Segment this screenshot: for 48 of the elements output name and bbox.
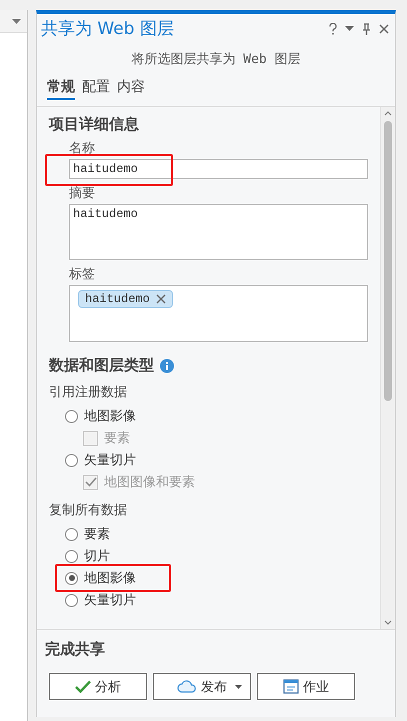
section-heading: 完成共享 [45, 640, 106, 659]
caret-icon[interactable] [12, 18, 21, 24]
action-button[interactable]: 发布 [153, 673, 251, 700]
dropdown-icon[interactable] [345, 26, 354, 31]
radio-button[interactable] [65, 410, 78, 422]
radio-button[interactable] [65, 454, 78, 466]
group-label: 引用注册数据 [49, 384, 128, 401]
group-label: 复制所有数据 [49, 502, 128, 519]
caret-icon[interactable] [235, 685, 242, 689]
section-heading: 项目详细信息 [49, 115, 140, 134]
option-label: 地图图像和要素 [104, 474, 195, 491]
radio-button[interactable] [65, 528, 78, 540]
radio-button[interactable] [65, 594, 78, 606]
option-label: 要素 [104, 430, 130, 447]
radio-button[interactable] [65, 572, 78, 584]
name-field[interactable]: haitudemo [69, 159, 368, 179]
close-icon[interactable] [379, 24, 389, 34]
tab[interactable]: 配置 [82, 78, 110, 100]
window-icon [283, 679, 299, 694]
tag-label: haitudemo [85, 292, 150, 306]
option-label: 要素 [84, 526, 110, 543]
pin-icon[interactable] [362, 22, 371, 34]
help-icon[interactable] [329, 22, 337, 34]
cloud-icon [177, 680, 197, 693]
check-icon [75, 680, 91, 693]
field-label: 标签 [69, 266, 96, 283]
option-label: 矢量切片 [84, 452, 136, 469]
option-label: 地图影像 [84, 408, 136, 425]
scroll-up-icon[interactable] [384, 111, 392, 116]
subtitle: 将所选图层共享为 Web 图层 [130, 51, 302, 68]
action-button[interactable]: 作业 [257, 673, 355, 700]
tab[interactable]: 内容 [117, 78, 145, 100]
remove-icon[interactable] [156, 294, 166, 304]
section-heading: 数据和图层类型 [49, 356, 154, 375]
scroll-down-icon[interactable] [384, 620, 392, 625]
tags-field[interactable]: haitudemo [69, 285, 368, 342]
info-icon[interactable] [160, 358, 174, 372]
window-title: 共享为 Web 图层 [41, 18, 174, 40]
option-label: 地图影像 [84, 570, 136, 587]
radio-button[interactable] [65, 550, 78, 562]
field-label: 摘要 [69, 185, 96, 202]
tab[interactable]: 常规 [47, 78, 75, 100]
option-label: 切片 [84, 548, 110, 565]
action-button[interactable]: 分析 [49, 673, 147, 700]
field-label: 名称 [69, 140, 96, 157]
scrollbar[interactable] [380, 107, 395, 629]
option-label: 矢量切片 [84, 592, 136, 609]
summary-field[interactable]: haitudemo [69, 204, 368, 260]
